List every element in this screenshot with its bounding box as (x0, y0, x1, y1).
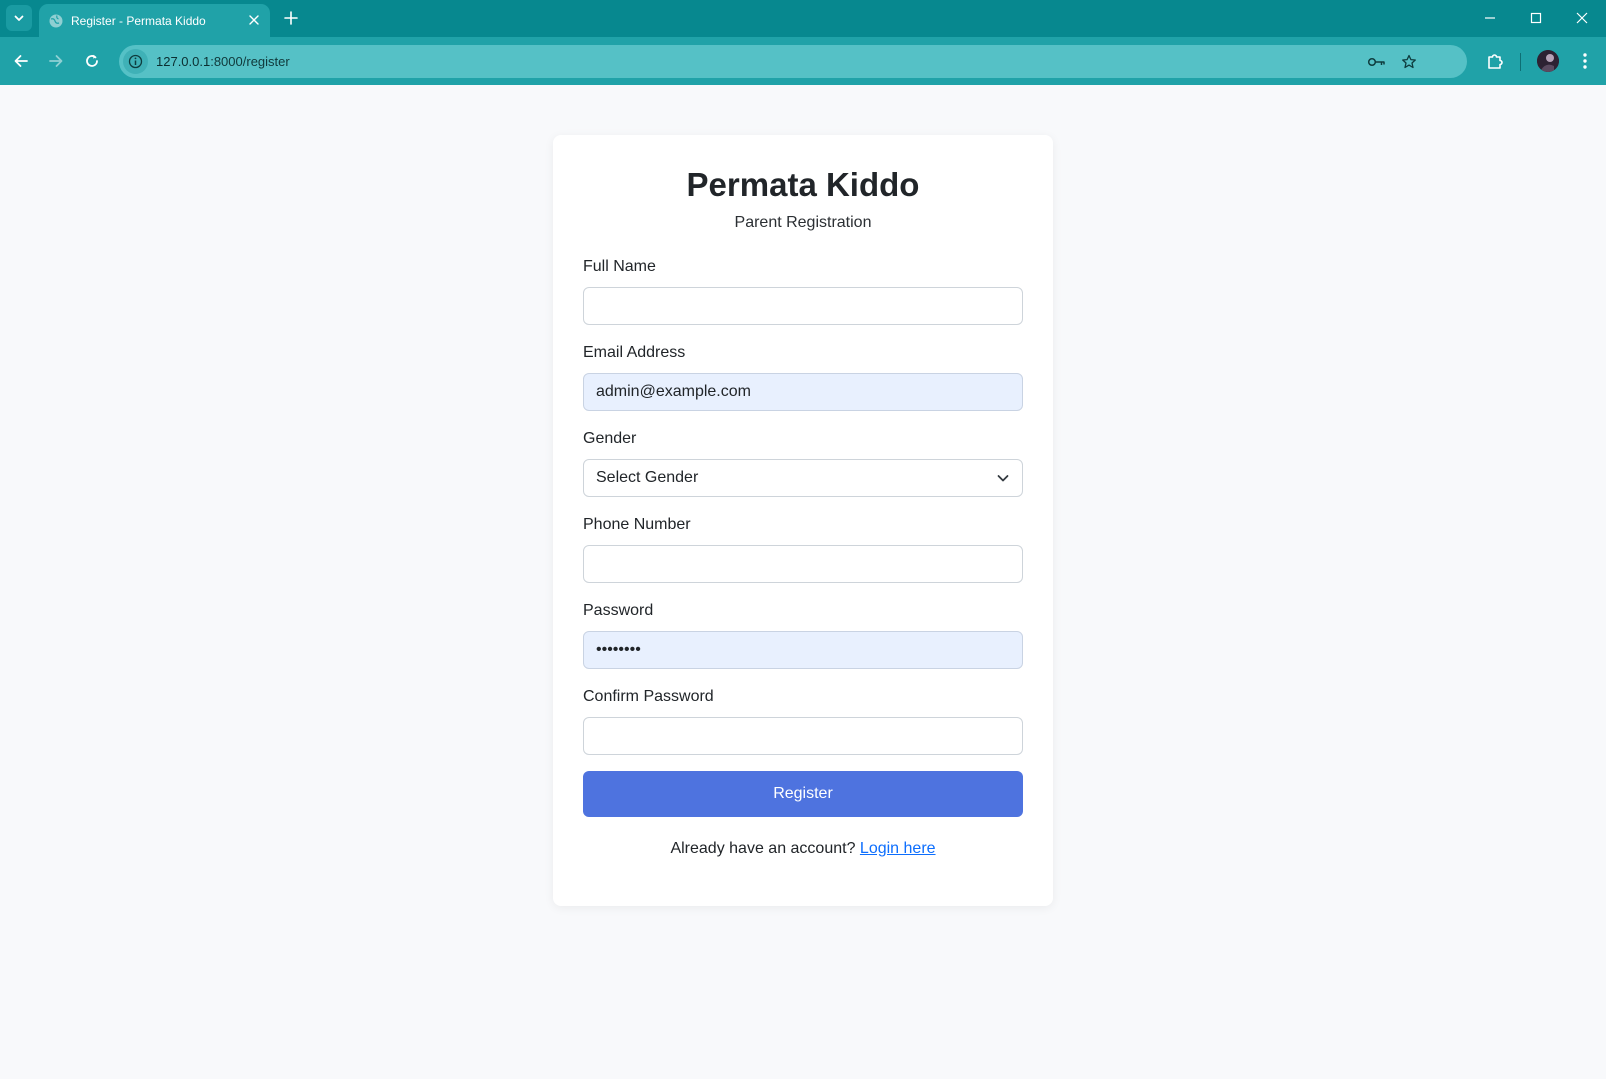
reload-button[interactable] (80, 49, 104, 73)
tab-title: Register - Permata Kiddo (71, 13, 206, 28)
close-window-button[interactable] (1569, 6, 1595, 30)
login-prompt: Already have an account? Login here (553, 840, 1053, 858)
browser-tab-strip: Register - Permata Kiddo (0, 0, 1606, 37)
profile-avatar[interactable] (1537, 50, 1559, 72)
browser-toolbar: 127.0.0.1:8000/register (0, 37, 1606, 85)
confirm-password-input[interactable] (583, 717, 1023, 755)
minimize-icon (1485, 17, 1495, 19)
site-info-button[interactable] (123, 49, 148, 74)
kebab-menu-icon (1583, 53, 1587, 69)
confirm-password-label: Confirm Password (583, 688, 714, 705)
back-button[interactable] (9, 49, 33, 73)
page-subtitle: Parent Registration (734, 214, 872, 231)
url-path: :8000/register (210, 54, 290, 69)
reload-icon (86, 54, 98, 67)
forward-button[interactable] (44, 49, 68, 73)
new-tab-button[interactable] (282, 9, 300, 27)
email-input[interactable] (583, 373, 1023, 411)
maximize-button[interactable] (1523, 6, 1549, 30)
gender-label: Gender (583, 430, 637, 447)
tab-search-button[interactable] (6, 5, 32, 31)
extensions-button[interactable] (1483, 49, 1507, 73)
puzzle-icon (1488, 54, 1503, 69)
plus-icon (284, 11, 298, 25)
gender-selected-value: Select Gender (596, 469, 699, 486)
full-name-label: Full Name (583, 258, 656, 275)
phone-input[interactable] (583, 545, 1023, 583)
key-icon (1367, 57, 1385, 67)
url-text: 127.0.0.1:8000/register (156, 54, 290, 69)
maximize-icon (1530, 12, 1542, 24)
password-label: Password (583, 602, 654, 619)
browser-tab-active[interactable]: Register - Permata Kiddo (39, 4, 270, 37)
full-name-input[interactable] (583, 287, 1023, 325)
url-host: 127.0.0.1 (156, 54, 211, 69)
bookmark-button[interactable] (1399, 52, 1419, 72)
register-button[interactable]: Register (583, 771, 1023, 817)
close-icon[interactable] (246, 12, 262, 28)
browser-menu-button[interactable] (1573, 49, 1597, 73)
password-input[interactable] (583, 631, 1023, 669)
toolbar-divider (1520, 53, 1521, 71)
chevron-down-icon (997, 475, 1009, 482)
registration-card: Permata Kiddo Parent Registration Full N… (553, 135, 1053, 906)
brand-title: Permata Kiddo (686, 166, 920, 203)
close-icon (1576, 12, 1588, 24)
star-icon (1402, 54, 1416, 69)
login-link[interactable]: Login here (860, 840, 936, 857)
arrow-right-icon (49, 55, 63, 67)
phone-label: Phone Number (583, 516, 691, 533)
arrow-left-icon (14, 55, 28, 67)
minimize-button[interactable] (1477, 6, 1503, 30)
address-bar[interactable]: 127.0.0.1:8000/register (119, 45, 1467, 78)
info-icon (128, 54, 143, 69)
password-manager-button[interactable] (1367, 52, 1387, 72)
email-label: Email Address (583, 344, 686, 361)
login-prompt-text: Already have an account? (670, 840, 856, 857)
globe-icon (48, 13, 64, 29)
chevron-down-icon (14, 15, 24, 21)
gender-select[interactable]: Select Gender (583, 459, 1023, 497)
